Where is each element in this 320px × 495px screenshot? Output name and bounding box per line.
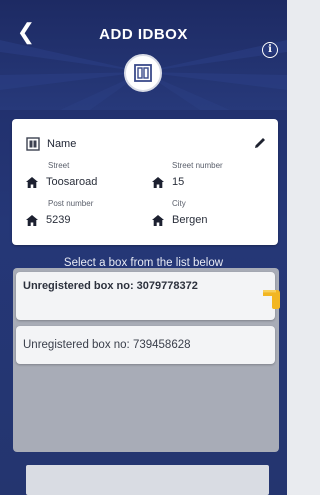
info-icon: i — [268, 44, 272, 55]
pointing-hand-icon — [262, 283, 285, 309]
home-icon — [26, 214, 38, 226]
post-number-text: 5239 — [46, 214, 71, 226]
street-number-value: 15 — [152, 176, 184, 188]
home-icon — [152, 214, 164, 226]
box-logo-icon — [134, 64, 152, 82]
post-number-caption: Post number — [48, 199, 94, 208]
city-value: Bergen — [152, 214, 207, 226]
home-icon — [152, 176, 164, 188]
add-button[interactable] — [26, 465, 269, 495]
header-bar: ❮ ADD IDBOX i — [0, 0, 287, 110]
list-item-label: Unregistered box no: 739458628 — [23, 339, 191, 351]
city-caption: City — [172, 199, 186, 208]
street-number-caption: Street number — [172, 161, 223, 170]
list-item-box-2[interactable]: Unregistered box no: 739458628 — [16, 326, 275, 364]
post-number-value: 5239 — [26, 214, 70, 226]
list-item-label: Unregistered box no: 3079778372 — [23, 280, 198, 292]
add-idbox-screen: ❮ ADD IDBOX i Name Street Toosaroad Stre… — [0, 0, 287, 495]
name-row: Name — [26, 137, 76, 151]
name-label: Name — [47, 138, 77, 150]
city-text: Bergen — [172, 214, 208, 226]
address-card: Name Street Toosaroad Street number 15 P… — [12, 119, 278, 245]
box-icon — [26, 137, 40, 151]
list-item-box-1[interactable]: Unregistered box no: 3079778372 — [16, 272, 275, 320]
info-button[interactable]: i — [262, 42, 278, 58]
street-number-text: 15 — [172, 176, 185, 188]
box-list[interactable]: Unregistered box no: 3079778372 Unregist… — [13, 268, 279, 452]
street-text: Toosaroad — [46, 176, 98, 188]
edit-button[interactable] — [252, 135, 268, 151]
pencil-icon — [255, 138, 265, 148]
street-caption: Street — [48, 161, 70, 170]
street-value: Toosaroad — [26, 176, 97, 188]
idbox-logo — [124, 54, 162, 92]
page-title: ADD IDBOX — [99, 26, 188, 43]
home-icon — [26, 176, 38, 188]
